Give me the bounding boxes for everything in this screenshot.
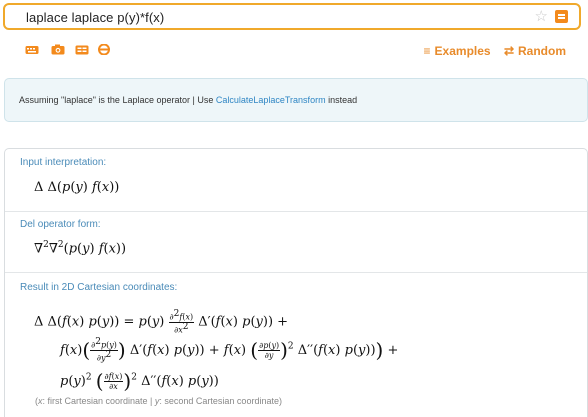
search-bar[interactable]: laplace laplace p(y)*f(x) ☆ — [3, 3, 581, 30]
result-line-2: f(x)(∂2p(y) ∂y2) Δ′(f(x) p(y)) + f(x) (∂p… — [60, 337, 399, 363]
star-icon[interactable]: ☆ — [535, 7, 548, 25]
pod-title: Del operator form: — [20, 219, 101, 230]
pod-divider — [5, 272, 587, 273]
pod-divider — [5, 211, 587, 212]
assumption-text: Assuming "laplace" is the Laplace operat… — [19, 95, 358, 105]
result-line-3: p(y)2 (∂f(x) ∂x)2 Δ′′(f(x) p(y)) — [60, 369, 219, 393]
keyboard-icon[interactable] — [25, 44, 39, 55]
results-panel: Input interpretation: Δ Δ(p(y) f(x)) Del… — [4, 148, 588, 417]
coordinate-footnote: (x: first Cartesian coordinate | y: seco… — [35, 396, 282, 406]
toolbar-links: ≡ Examples ⇄ Random — [424, 44, 566, 58]
assumption-box: Assuming "laplace" is the Laplace operat… — [4, 78, 588, 122]
search-input[interactable]: laplace laplace p(y)*f(x) — [26, 10, 164, 25]
shuffle-icon: ⇄ — [503, 44, 514, 58]
examples-grid-icon[interactable] — [75, 44, 89, 55]
input-expression: Δ Δ(p(y) f(x)) — [34, 180, 120, 195]
alternative-interpretation-link[interactable]: CalculateLaplaceTransform — [216, 95, 326, 105]
del-expression: ∇2∇2(p(y) f(x)) — [34, 240, 127, 257]
random-link[interactable]: ⇄ Random — [504, 44, 566, 58]
random-link-icon[interactable] — [97, 44, 111, 55]
pod-title: Input interpretation: — [20, 157, 107, 168]
examples-link[interactable]: ≡ Examples — [424, 44, 491, 58]
examples-arrow-icon: ≡ — [423, 44, 431, 58]
result-line-1: Δ Δ(f(x) p(y)) = p(y) ∂2f(x) ∂x2 Δ′(f(x) … — [34, 309, 289, 335]
compute-button[interactable] — [555, 10, 568, 23]
camera-icon[interactable] — [51, 44, 65, 55]
pod-title: Result in 2D Cartesian coordinates: — [20, 282, 178, 293]
